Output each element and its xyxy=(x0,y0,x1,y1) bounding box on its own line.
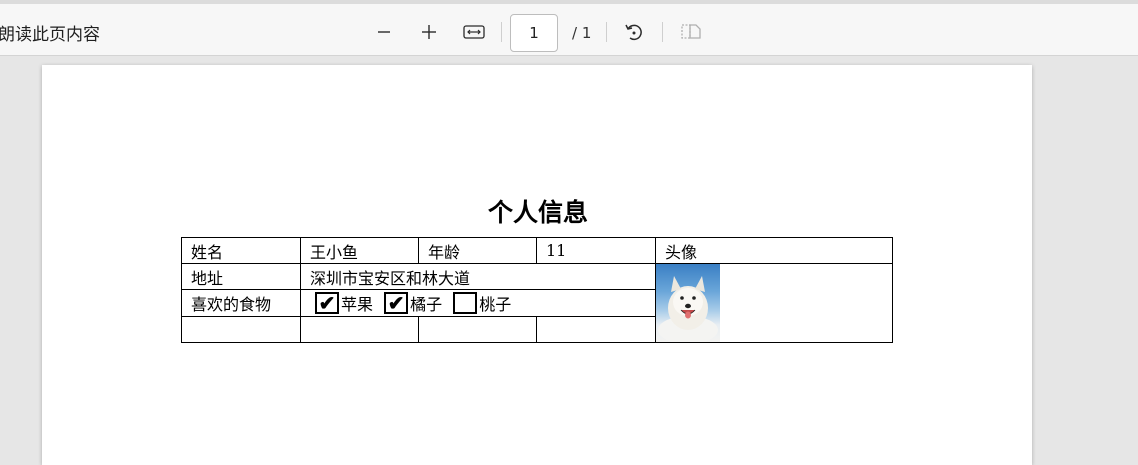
table-row: 姓名 王小鱼 年龄 11 头像 xyxy=(181,237,893,264)
fit-width-icon xyxy=(463,25,485,39)
address-value: 深圳市宝安区和林大道 xyxy=(300,262,656,291)
minus-icon xyxy=(378,31,390,33)
food-label: 喜欢的食物 xyxy=(181,289,301,317)
avatar-cell xyxy=(655,263,893,343)
empty-cell xyxy=(181,315,301,344)
two-page-icon xyxy=(681,24,701,39)
two-page-view-button[interactable] xyxy=(677,18,705,46)
rotate-button[interactable] xyxy=(620,18,648,46)
food-checkbox-apple[interactable]: ✔ xyxy=(315,291,339,314)
address-label: 地址 xyxy=(181,262,301,291)
page-total: / 1 xyxy=(572,24,592,42)
food-checkbox-peach[interactable] xyxy=(453,291,478,314)
toolbar-divider xyxy=(606,22,607,42)
empty-cell xyxy=(536,315,656,344)
zoom-in-button[interactable] xyxy=(415,18,443,46)
avatar-photo-dog xyxy=(656,264,720,342)
pdf-toolbar: 朗读此页内容 / 1 xyxy=(0,0,1138,56)
name-label: 姓名 xyxy=(181,237,301,264)
toolbar-divider xyxy=(662,22,663,42)
zoom-out-button[interactable] xyxy=(370,18,398,46)
empty-cell xyxy=(418,315,537,344)
food-checkbox-orange[interactable]: ✔ xyxy=(384,291,409,314)
read-aloud-button[interactable]: 朗读此页内容 xyxy=(0,20,100,45)
document-title: 个人信息 xyxy=(487,198,588,227)
empty-cell xyxy=(300,315,419,344)
food-option-label: 桃子 xyxy=(479,294,512,314)
toolbar-divider xyxy=(501,22,502,42)
food-options: ✔ 苹果 ✔ 橘子 桃子 xyxy=(300,289,656,317)
fit-width-button[interactable] xyxy=(460,18,488,46)
page-number-input[interactable] xyxy=(510,14,558,52)
table-row: 地址 深圳市宝安区和林大道 xyxy=(181,262,893,343)
avatar-label: 头像 xyxy=(655,237,893,264)
age-label: 年龄 xyxy=(418,237,537,264)
age-value: 11 xyxy=(536,237,656,264)
personal-info-table: 姓名 王小鱼 年龄 11 头像 地址 深圳市宝安区和林大道 喜欢的食物 ✔ 苹果… xyxy=(181,237,893,344)
rotate-icon xyxy=(625,24,642,41)
samoyed-dog-image xyxy=(658,276,718,342)
food-option-label: 苹果 xyxy=(341,294,374,314)
name-value: 王小鱼 xyxy=(300,237,419,264)
plus-icon xyxy=(422,25,436,39)
food-option-label: 橘子 xyxy=(410,294,443,314)
